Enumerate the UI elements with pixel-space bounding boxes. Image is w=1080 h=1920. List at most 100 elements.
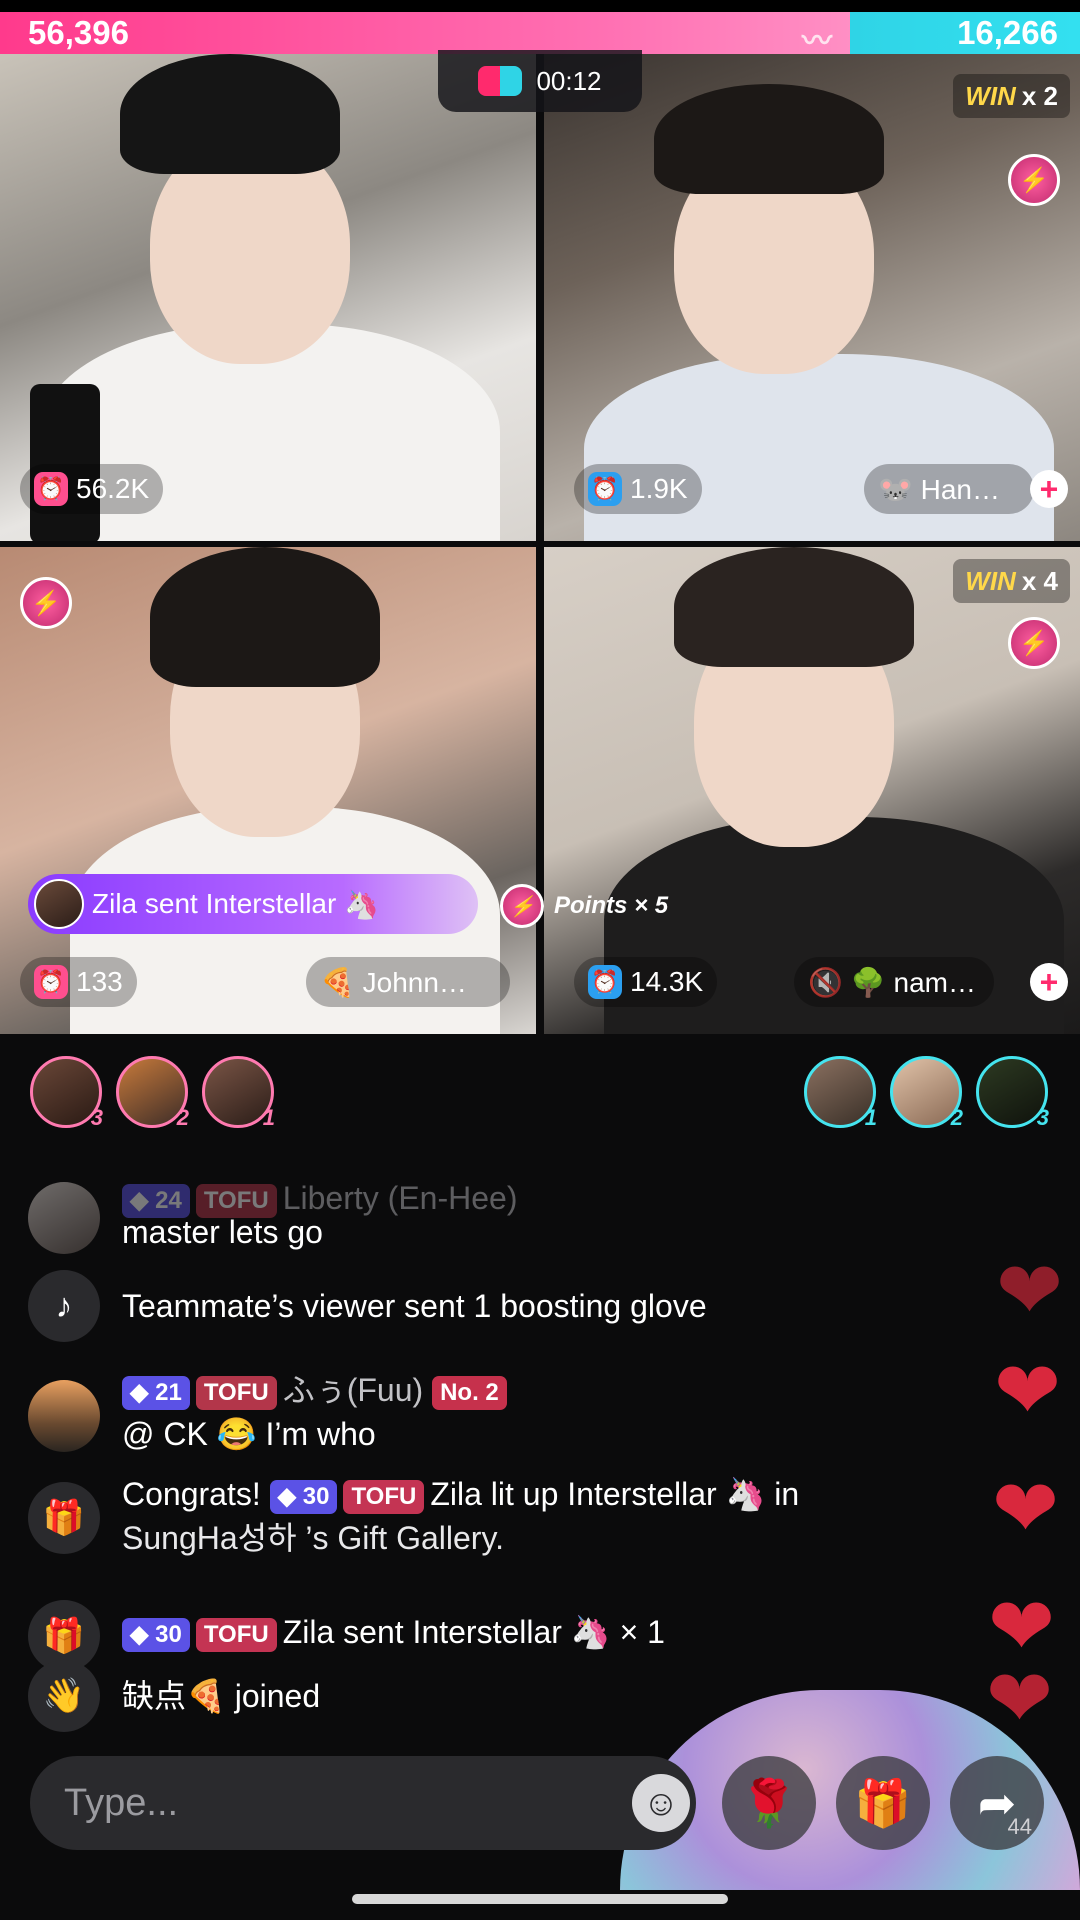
person-hair <box>674 547 914 667</box>
left-top-gifters: 3 2 1 <box>30 1056 275 1130</box>
comment-input[interactable]: Type... ☺ <box>30 1756 696 1850</box>
rank-number: 1 <box>262 1105 275 1130</box>
gift-count-pill: ⏰ 1.9K <box>574 464 702 514</box>
win-multiplier: x 4 <box>1021 565 1058 596</box>
microphone <box>30 384 100 541</box>
chat-text: Zila sent Interstellar 🦄 × 1 <box>282 1614 665 1650</box>
right-top-gifters: 1 2 3 <box>804 1056 1049 1130</box>
gift-banner: Zila sent Interstellar 🦄 <box>28 874 478 934</box>
gift-banner-text: Zila sent Interstellar <box>92 888 337 919</box>
gift-meter-icon: ⏰ <box>588 965 622 999</box>
timer-value: 00:12 <box>536 65 602 96</box>
emoji-icon[interactable]: ☺ <box>632 1774 690 1832</box>
rank-number: 1 <box>864 1105 877 1130</box>
win-badge: WIN x 4 <box>953 559 1070 603</box>
tiktok-logo-icon: ♪ <box>28 1270 100 1342</box>
status-strip <box>0 0 1080 12</box>
battle-timer: 00:12 <box>438 50 642 112</box>
level-badge: ◆ 30 <box>122 1617 190 1652</box>
right-score-value: 16,266 <box>957 14 1058 51</box>
heart-icon: ❤ <box>994 1346 1062 1435</box>
win-multiplier: x 2 <box>1021 80 1058 111</box>
guest-name-pill[interactable]: 🍕 Johnn… <box>306 957 510 1007</box>
wave-hand-icon: 👋 <box>28 1660 100 1732</box>
level-badge: ◆ 30 <box>269 1479 338 1514</box>
person-hair <box>150 547 380 687</box>
guest-name: 🍕 Johnn… <box>320 966 467 998</box>
share-count: 44 <box>1007 1814 1032 1839</box>
follow-plus-icon[interactable]: + <box>1030 470 1068 508</box>
avatar[interactable] <box>28 1380 100 1452</box>
person-hair <box>654 84 884 194</box>
username[interactable]: ふぅ(Fuu) <box>283 1372 423 1408</box>
avatar[interactable]: 3 <box>976 1056 1049 1130</box>
rank-number: 2 <box>176 1105 189 1130</box>
battle-score-bar: 56,396 〰 16,266 <box>0 12 1080 58</box>
guest-name: 🐭 Han… <box>878 473 1001 505</box>
cap <box>120 54 340 174</box>
right-team-score: 16,266 <box>850 12 1080 54</box>
rank-number: 2 <box>950 1105 963 1130</box>
rank-badge: No. 2 <box>432 1375 507 1410</box>
win-label: WIN <box>965 80 1016 111</box>
boost-icon[interactable]: ⚡ <box>20 577 72 629</box>
gift-count: 14.3K <box>630 966 704 997</box>
boost-icon: ⚡ <box>500 884 544 928</box>
battle-glove-icon <box>478 66 523 96</box>
home-indicator[interactable] <box>352 1894 728 1904</box>
win-badge: WIN x 2 <box>953 74 1070 118</box>
points-text: Points × 5 <box>554 892 669 919</box>
gift-count-pill: ⏰ 133 <box>20 957 137 1007</box>
boost-icon[interactable]: ⚡ <box>1008 617 1060 669</box>
host-video-1[interactable]: ⏰ 56.2K <box>0 54 536 541</box>
chat-text: Teammate’s viewer sent 1 boosting glove <box>122 1288 707 1324</box>
avatar[interactable]: 1 <box>202 1056 275 1130</box>
host-video-3[interactable]: ⚡ ⏰ 133 🍕 Johnn… <box>0 547 536 1034</box>
avatar[interactable]: 3 <box>30 1056 103 1130</box>
guest-name-pill[interactable]: 🐭 Han… <box>864 464 1034 514</box>
rose-button[interactable]: 🌹 <box>722 1756 816 1850</box>
guest-name: 🌳 nam… <box>850 966 976 998</box>
guest-name-pill[interactable]: 🔇 🌳 nam… <box>794 957 994 1007</box>
host-video-4[interactable]: WIN x 4 ⚡ ⏰ 14.3K 🔇 🌳 nam… + <box>544 547 1080 1034</box>
chat-text-line-2: SungHa성하 ’s Gift Gallery. <box>122 1520 504 1556</box>
input-placeholder: Type... <box>64 1781 179 1824</box>
congrats-text: Congrats! <box>122 1476 261 1512</box>
level-badge: ◆ 21 <box>122 1375 190 1410</box>
gift-meter-icon: ⏰ <box>34 965 68 999</box>
heart-icon: ❤ <box>992 1464 1060 1553</box>
share-button[interactable]: ➦ 44 <box>950 1756 1044 1850</box>
avatar[interactable]: 1 <box>804 1056 877 1130</box>
gift-count: 56.2K <box>76 473 150 504</box>
gift-count-pill: ⏰ 56.2K <box>20 464 164 514</box>
gift-count-pill: ⏰ 14.3K <box>574 957 718 1007</box>
fan-badge: TOFU <box>343 1479 425 1514</box>
muted-icon: 🔇 <box>808 966 843 998</box>
avatar[interactable]: 2 <box>890 1056 963 1130</box>
chat-text: Zila lit up Interstellar 🦄 in <box>430 1476 800 1512</box>
boost-icon[interactable]: ⚡ <box>1008 154 1060 206</box>
gift-meter-icon: ⏰ <box>588 472 622 506</box>
rose-icon: 🌹 <box>740 1776 798 1829</box>
heart-icon: ❤ <box>996 1246 1064 1335</box>
chat-message: 🎁 Congrats! ◆ 30 TOFU Zila lit up Interste… <box>28 1472 988 1582</box>
win-label: WIN <box>965 565 1016 596</box>
gift-meter-icon: ⏰ <box>34 472 68 506</box>
unicorn-gift-icon: 🦄 <box>344 888 380 920</box>
chat-text: master lets go <box>122 1214 323 1250</box>
chat-message: ◆ 21 TOFU ふぅ(Fuu) No. 2 @ CK 😂 I’m who <box>28 1368 988 1468</box>
avatar[interactable]: 2 <box>116 1056 189 1130</box>
chat-message: ♪ Teammate’s viewer sent 1 boosting glov… <box>28 1270 988 1350</box>
avatar[interactable] <box>28 1182 100 1254</box>
gift-button[interactable]: 🎁 <box>836 1756 930 1850</box>
left-score-value: 56,396 <box>28 14 129 51</box>
left-team-score: 56,396 〰 <box>0 12 850 58</box>
fan-badge: TOFU <box>195 1617 277 1652</box>
rank-number: 3 <box>1036 1105 1049 1130</box>
gift-box-icon: 🎁 <box>854 1776 912 1829</box>
follow-plus-icon[interactable]: + <box>1030 963 1068 1001</box>
avatar <box>34 879 84 929</box>
chat-text: @ CK 😂 I’m who <box>122 1416 376 1452</box>
host-video-2[interactable]: WIN x 2 ⚡ ⏰ 1.9K 🐭 Han… + <box>544 54 1080 541</box>
gift-icon: 🎁 <box>28 1482 100 1554</box>
